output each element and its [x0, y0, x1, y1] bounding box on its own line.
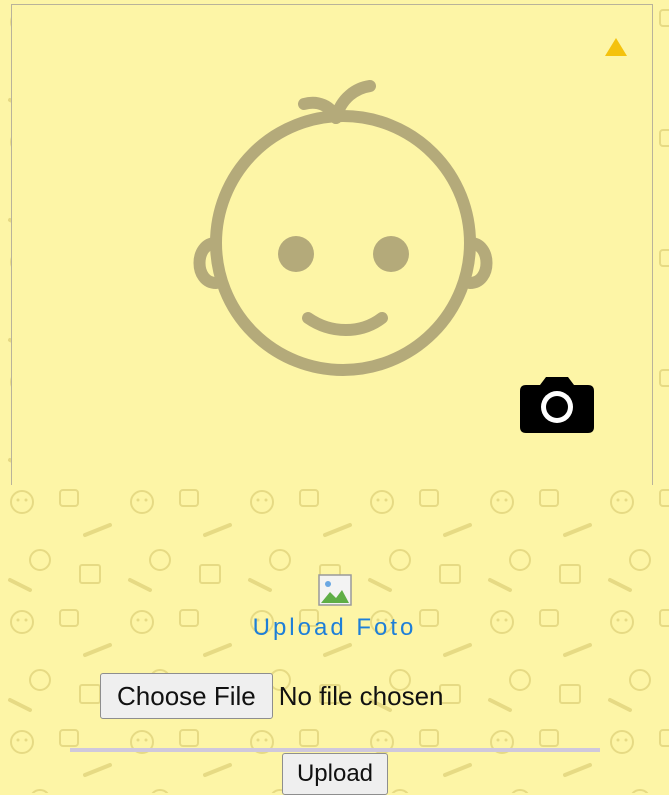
divider	[70, 748, 600, 752]
warning-icon	[605, 38, 627, 56]
choose-file-button[interactable]: Choose File	[100, 673, 273, 719]
upload-button[interactable]: Upload	[282, 753, 388, 795]
file-status-text: No file chosen	[278, 680, 444, 711]
upload-title: Upload Foto	[252, 614, 417, 641]
file-input[interactable]: Choose File No file chosen	[100, 673, 444, 719]
baby-face-icon	[193, 80, 493, 376]
camera-icon[interactable]	[520, 375, 594, 433]
broken-image-icon	[318, 574, 352, 606]
